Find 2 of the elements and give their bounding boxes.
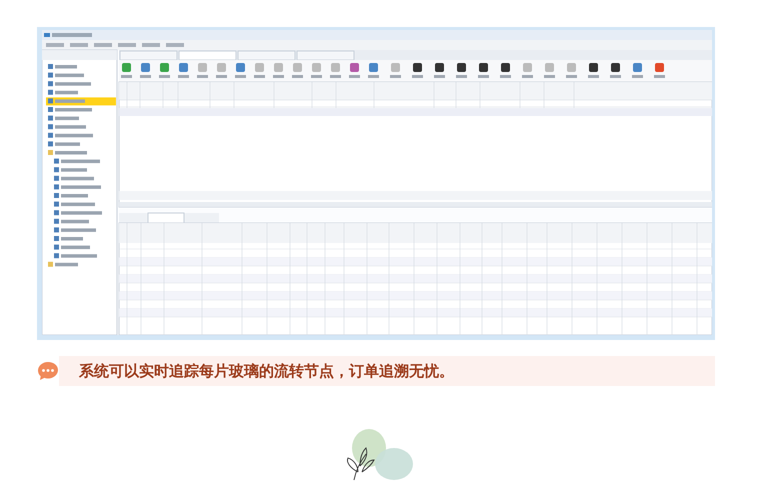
speech-bubble-icon (37, 361, 59, 381)
caption-text: 系统可以实时追踪每片玻璃的流转节点，订单追溯无忧。 (79, 360, 454, 382)
